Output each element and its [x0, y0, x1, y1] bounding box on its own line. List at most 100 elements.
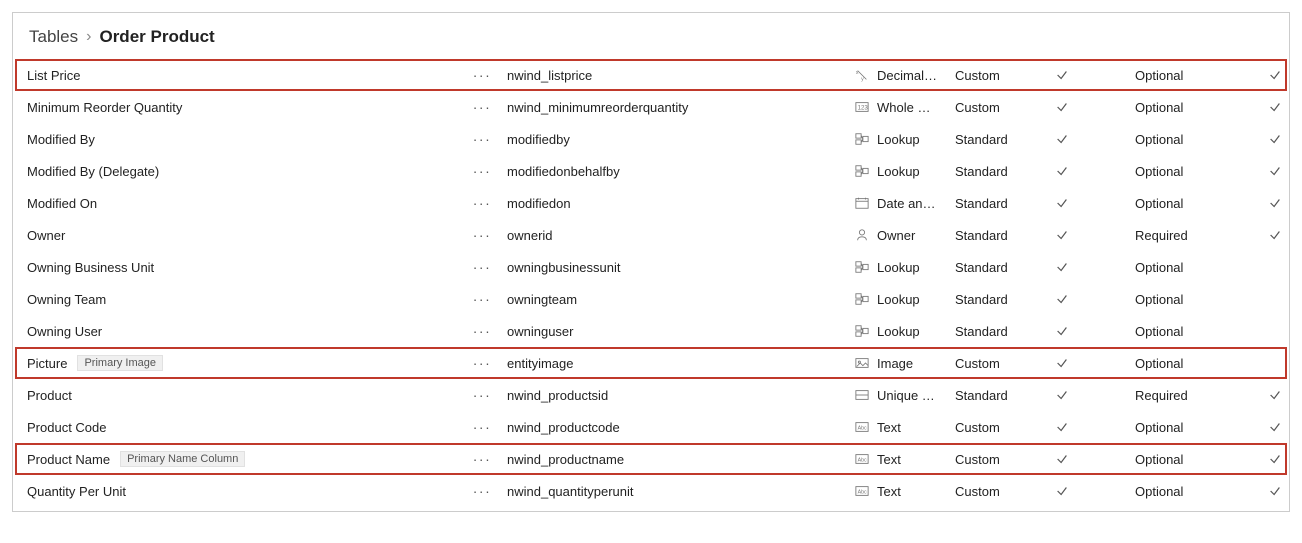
more-actions-button[interactable]: ··· [457, 484, 507, 498]
more-actions-button[interactable]: ··· [457, 164, 507, 178]
column-schema-name: nwind_quantityperunit [507, 484, 847, 499]
columns-table: List Price···nwind_listpricexyDecimal…Cu… [13, 59, 1289, 507]
column-datatype: Lookup [877, 260, 955, 275]
svg-text:123: 123 [858, 105, 869, 112]
column-type: Custom [955, 484, 1055, 499]
column-type: Standard [955, 132, 1055, 147]
customizable-check-icon [1055, 292, 1135, 306]
column-type: Standard [955, 228, 1055, 243]
column-schema-name: nwind_minimumreorderquantity [507, 100, 847, 115]
customizable-check-icon [1055, 388, 1135, 402]
column-display-name[interactable]: List Price [27, 68, 457, 83]
column-schema-name: owningteam [507, 292, 847, 307]
more-actions-button[interactable]: ··· [457, 356, 507, 370]
column-type: Standard [955, 196, 1055, 211]
breadcrumb: Tables › Order Product [13, 13, 1289, 59]
more-actions-button[interactable]: ··· [457, 68, 507, 82]
more-actions-button[interactable]: ··· [457, 196, 507, 210]
column-display-name[interactable]: Owning Business Unit [27, 260, 457, 275]
column-datatype: Whole … [877, 100, 955, 115]
table-row[interactable]: List Price···nwind_listpricexyDecimal…Cu… [13, 59, 1289, 91]
more-actions-button[interactable]: ··· [457, 292, 507, 306]
column-required: Optional [1135, 324, 1255, 339]
table-row[interactable]: Modified On···modifiedonDate an…Standard… [13, 187, 1289, 219]
unique-icon [847, 388, 877, 402]
text-icon: Abc [847, 452, 877, 466]
column-schema-name: nwind_listprice [507, 68, 847, 83]
column-datatype: Text [877, 484, 955, 499]
date-icon [847, 196, 877, 210]
more-actions-button[interactable]: ··· [457, 388, 507, 402]
table-row[interactable]: Product NamePrimary Name Column···nwind_… [13, 443, 1289, 475]
more-actions-button[interactable]: ··· [457, 420, 507, 434]
column-display-name[interactable]: Owning User [27, 324, 457, 339]
column-display-name[interactable]: Owner [27, 228, 457, 243]
column-display-name[interactable]: Minimum Reorder Quantity [27, 100, 457, 115]
column-datatype: Text [877, 420, 955, 435]
customizable-check-icon [1055, 484, 1135, 498]
column-display-name[interactable]: Modified By (Delegate) [27, 164, 457, 179]
breadcrumb-root[interactable]: Tables [29, 27, 78, 47]
more-actions-button[interactable]: ··· [457, 228, 507, 242]
searchable-check-icon [1255, 484, 1295, 498]
column-display-name[interactable]: Product NamePrimary Name Column [27, 451, 457, 467]
more-actions-button[interactable]: ··· [457, 452, 507, 466]
column-display-name[interactable]: Modified By [27, 132, 457, 147]
breadcrumb-current: Order Product [99, 27, 214, 47]
table-row[interactable]: PicturePrimary Image···entityimageImageC… [13, 347, 1289, 379]
column-type: Standard [955, 164, 1055, 179]
column-display-name[interactable]: Quantity Per Unit [27, 484, 457, 499]
column-type: Standard [955, 260, 1055, 275]
table-row[interactable]: Owning Business Unit···owningbusinessuni… [13, 251, 1289, 283]
column-datatype: Lookup [877, 132, 955, 147]
column-type: Custom [955, 452, 1055, 467]
column-required: Optional [1135, 356, 1255, 371]
column-schema-name: owninguser [507, 324, 847, 339]
column-display-name[interactable]: Owning Team [27, 292, 457, 307]
xy-icon: xy [847, 68, 877, 82]
column-display-name[interactable]: PicturePrimary Image [27, 355, 457, 371]
tables-panel: Tables › Order Product List Price···nwin… [12, 12, 1290, 512]
searchable-check-icon [1255, 132, 1295, 146]
column-display-name[interactable]: Modified On [27, 196, 457, 211]
column-required: Optional [1135, 68, 1255, 83]
column-schema-name: nwind_productcode [507, 420, 847, 435]
owner-icon [847, 228, 877, 242]
customizable-check-icon [1055, 196, 1135, 210]
text-icon: Abc [847, 484, 877, 498]
column-schema-name: modifiedon [507, 196, 847, 211]
table-row[interactable]: Quantity Per Unit···nwind_quantityperuni… [13, 475, 1289, 507]
table-row[interactable]: Product···nwind_productsidUnique …Standa… [13, 379, 1289, 411]
text-icon: Abc [847, 420, 877, 434]
column-schema-name: modifiedonbehalfby [507, 164, 847, 179]
svg-text:Abc: Abc [858, 426, 867, 432]
more-actions-button[interactable]: ··· [457, 260, 507, 274]
column-type: Custom [955, 356, 1055, 371]
table-row[interactable]: Product Code···nwind_productcode Abc TextC… [13, 411, 1289, 443]
more-actions-button[interactable]: ··· [457, 132, 507, 146]
table-row[interactable]: Owner···owneridOwnerStandardRequired [13, 219, 1289, 251]
table-row[interactable]: Modified By (Delegate)···modifiedonbehal… [13, 155, 1289, 187]
column-type: Custom [955, 420, 1055, 435]
more-actions-button[interactable]: ··· [457, 100, 507, 114]
column-datatype: Unique … [877, 388, 955, 403]
searchable-check-icon [1255, 68, 1295, 82]
column-datatype: Lookup [877, 292, 955, 307]
table-row[interactable]: Owning User···owninguserLookupStandardOp… [13, 315, 1289, 347]
column-display-name[interactable]: Product [27, 388, 457, 403]
customizable-check-icon [1055, 452, 1135, 466]
column-schema-name: nwind_productname [507, 452, 847, 467]
customizable-check-icon [1055, 324, 1135, 338]
table-row[interactable]: Owning Team···owningteamLookupStandardOp… [13, 283, 1289, 315]
customizable-check-icon [1055, 228, 1135, 242]
chevron-right-icon: › [86, 28, 91, 46]
column-type: Standard [955, 324, 1055, 339]
column-display-name[interactable]: Product Code [27, 420, 457, 435]
table-row[interactable]: Modified By···modifiedbyLookupStandardOp… [13, 123, 1289, 155]
customizable-check-icon [1055, 68, 1135, 82]
table-row[interactable]: Minimum Reorder Quantity···nwind_minimum… [13, 91, 1289, 123]
column-type: Standard [955, 388, 1055, 403]
column-required: Optional [1135, 420, 1255, 435]
more-actions-button[interactable]: ··· [457, 324, 507, 338]
customizable-check-icon [1055, 132, 1135, 146]
